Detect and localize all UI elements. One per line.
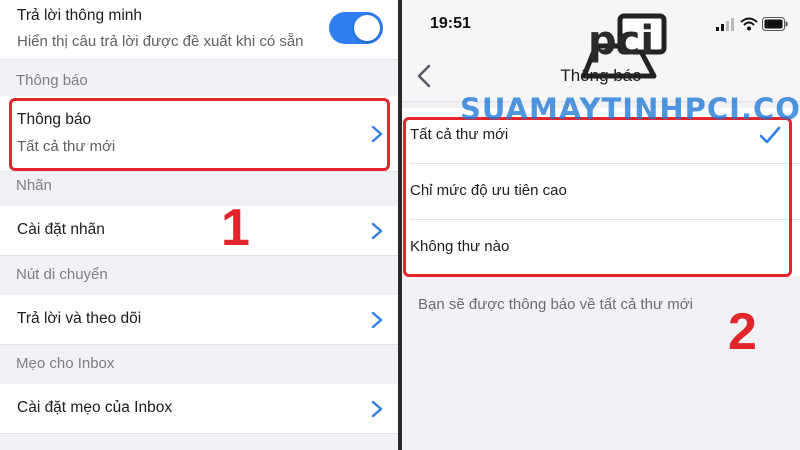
label-settings-row[interactable]: Cài đặt nhãn [0, 206, 398, 256]
wifi-icon [740, 17, 758, 31]
smart-reply-row[interactable]: Trả lời thông minh Hiển thị câu trả lời … [0, 0, 398, 60]
settings-panel-left: Trả lời thông minh Hiển thị câu trả lời … [0, 0, 398, 450]
reply-follow-title: Trả lời và theo dõi [17, 310, 142, 327]
label-settings-title: Cài đặt nhãn [17, 221, 105, 238]
inbox-tips-title: Cài đặt mẹo của Inbox [17, 399, 173, 416]
smart-reply-subtitle: Hiển thị câu trả lời được đề xuất khi có… [17, 33, 304, 50]
annotation-number-1: 1 [221, 199, 250, 257]
reply-follow-row[interactable]: Trả lời và theo dõi [0, 295, 398, 345]
smart-reply-title: Trả lời thông minh [17, 7, 143, 24]
footer-note: Bạn sẽ được thông báo về tất cả thư mới [418, 296, 693, 313]
signal-icon [716, 18, 734, 31]
section-header-inbox-tips: Mẹo cho Inbox [16, 355, 115, 372]
highlight-box-2 [403, 117, 792, 277]
logo-text: pci [588, 18, 654, 64]
chevron-right-icon [371, 311, 383, 329]
section-header-labels: Nhãn [16, 177, 52, 194]
pci-logo: pci [581, 13, 667, 79]
inbox-tips-row[interactable]: Cài đặt mẹo của Inbox [0, 384, 398, 434]
toggle-knob [354, 15, 380, 41]
section-header-notifications: Thông báo [16, 72, 88, 89]
annotation-number-2: 2 [728, 303, 757, 361]
chevron-right-icon [371, 222, 383, 240]
status-time: 19:51 [430, 15, 471, 32]
section-header-move-button: Nút di chuyển [16, 266, 108, 283]
smart-reply-toggle[interactable] [329, 12, 383, 44]
battery-icon [762, 17, 788, 31]
highlight-box-1 [9, 98, 390, 171]
chevron-right-icon [371, 400, 383, 418]
watermark-text: SUAMAYTINHPCI.COM [460, 92, 800, 126]
